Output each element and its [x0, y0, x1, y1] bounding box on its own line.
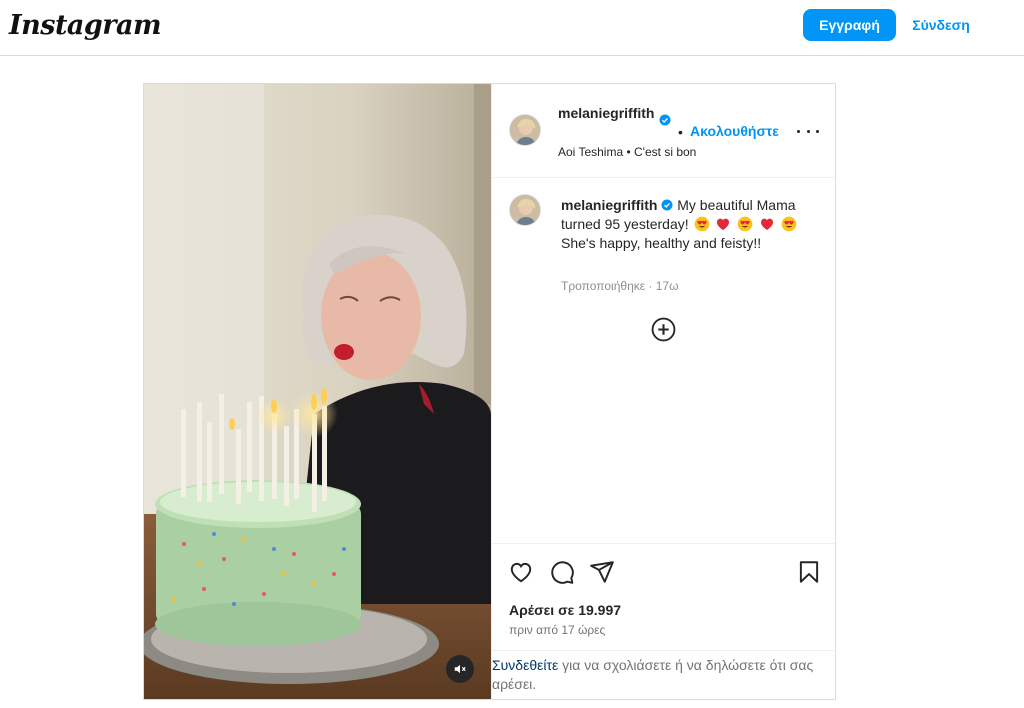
more-dot — [816, 129, 819, 133]
signup-button[interactable]: Εγγραφή — [803, 9, 896, 41]
verified-badge-icon — [659, 114, 671, 126]
video-frame-illustration — [144, 84, 491, 699]
post-card: melaniegriffith • Ακολουθήστε Aoi Teshim… — [143, 83, 837, 700]
login-link[interactable]: Συνδεθείτε — [492, 657, 558, 673]
verified-badge-icon — [661, 199, 673, 211]
bookmark-icon[interactable] — [796, 559, 822, 585]
muted-speaker-icon — [454, 664, 466, 674]
red-heart-emoji-icon — [761, 218, 774, 230]
caption-text-2: She's happy, healthy and feisty!! — [561, 235, 762, 251]
more-dot — [797, 129, 800, 133]
avatar-image — [510, 115, 540, 145]
caption-edited-timestamp: Τροποποιήθηκε · 17ω — [561, 279, 679, 293]
comment-icon[interactable] — [549, 559, 575, 585]
plus-circle-icon[interactable] — [651, 317, 676, 342]
post-actions: Αρέσει σε 19.997 πριν από 17 ώρες — [492, 543, 837, 650]
heart-eyes-emoji-icon — [694, 216, 709, 232]
post-caption: melaniegriffith My beautiful Mama turned… — [561, 196, 806, 253]
avatar[interactable] — [509, 114, 541, 146]
caption-username[interactable]: melaniegriffith — [561, 197, 657, 213]
follow-button[interactable]: Ακολουθήστε — [690, 123, 779, 139]
more-dot — [806, 129, 810, 133]
post-video[interactable] — [144, 84, 491, 699]
post-author-username[interactable]: melaniegriffith — [558, 104, 662, 122]
mute-toggle-button[interactable] — [446, 655, 474, 683]
top-navigation-bar: Instagram Εγγραφή Σύνδεση — [0, 0, 1024, 56]
post-timestamp[interactable]: πριν από 17 ώρες — [509, 623, 605, 637]
post-header: melaniegriffith • Ακολουθήστε Aoi Teshim… — [492, 84, 837, 178]
caption-section: melaniegriffith My beautiful Mama turned… — [492, 179, 837, 542]
login-button[interactable]: Σύνδεση — [908, 9, 974, 41]
login-to-comment-prompt: Συνδεθείτε για να σχολιάσετε ή να δηλώσε… — [492, 650, 837, 699]
avatar-image — [510, 195, 540, 225]
share-icon[interactable] — [589, 559, 615, 585]
heart-icon[interactable] — [508, 559, 534, 585]
likes-count[interactable]: Αρέσει σε 19.997 — [509, 602, 621, 618]
instagram-logo[interactable]: Instagram — [9, 10, 162, 41]
separator-dot: • — [678, 124, 683, 140]
post-sidebar: melaniegriffith • Ακολουθήστε Aoi Teshim… — [491, 84, 837, 699]
heart-eyes-emoji-icon — [781, 216, 797, 232]
heart-eyes-emoji-icon — [737, 216, 753, 232]
avatar[interactable] — [509, 194, 541, 226]
red-heart-emoji-icon — [717, 218, 730, 230]
more-options-icon[interactable] — [797, 121, 819, 141]
audio-track-link[interactable]: Aoi Teshima • C'est si bon — [558, 145, 696, 159]
